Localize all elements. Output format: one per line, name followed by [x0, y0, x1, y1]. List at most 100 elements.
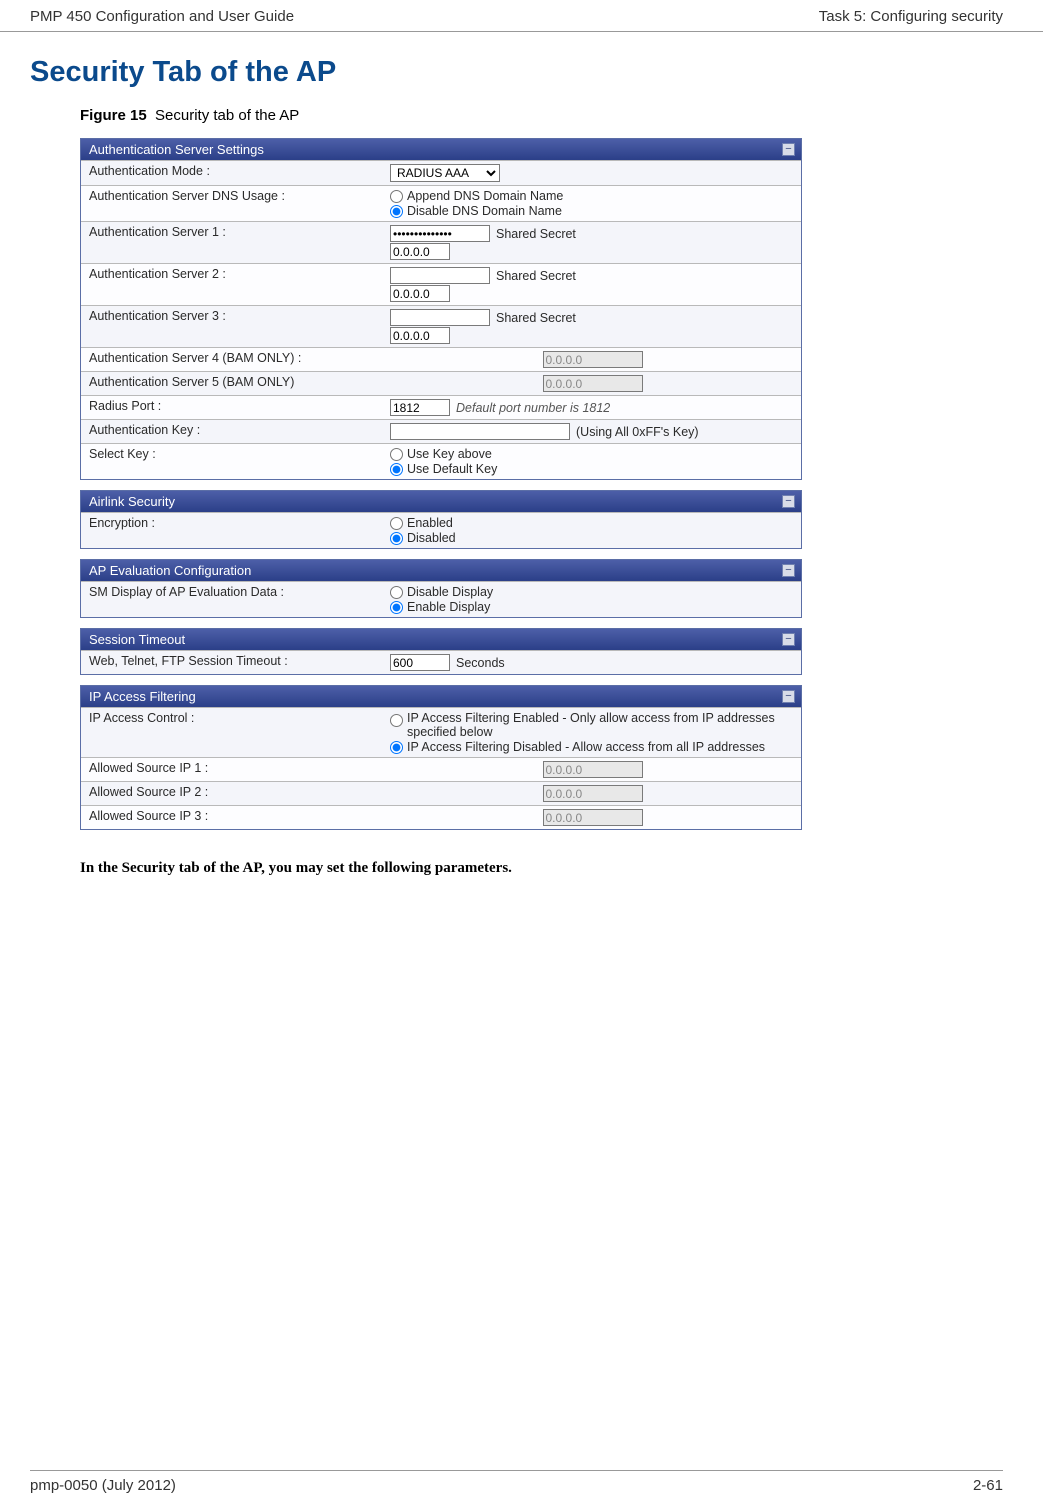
row-sm-display: SM Display of AP Evaluation Data : Disab…: [81, 581, 801, 617]
label-radius-port: Radius Port :: [81, 396, 386, 419]
panel-title-apeval: AP Evaluation Configuration: [89, 563, 251, 578]
label-auth-mode: Authentication Mode :: [81, 161, 386, 185]
row-ip-access-control: IP Access Control : IP Access Filtering …: [81, 707, 801, 757]
label-auth-server3: Authentication Server 3 :: [81, 306, 386, 347]
row-allowed-ip2: Allowed Source IP 2 :: [81, 781, 801, 805]
panel-header-airlink: Airlink Security −: [81, 491, 801, 512]
panel-apeval: AP Evaluation Configuration − SM Display…: [80, 559, 802, 618]
panel-auth-settings: Authentication Server Settings − Authent…: [80, 138, 802, 480]
session-timeout-input[interactable]: [390, 654, 450, 671]
panel-header-apeval: AP Evaluation Configuration −: [81, 560, 801, 581]
row-dns-usage: Authentication Server DNS Usage : Append…: [81, 185, 801, 221]
radio-disable-display[interactable]: [390, 586, 403, 599]
collapse-icon[interactable]: −: [782, 633, 795, 646]
paragraph-intro: In the Security tab of the AP, you may s…: [80, 860, 1013, 877]
panel-header-ipfilter: IP Access Filtering −: [81, 686, 801, 707]
radio-enc-disabled[interactable]: [390, 532, 403, 545]
label-encryption: Encryption :: [81, 513, 386, 548]
auth-key-note: (Using All 0xFF's Key): [576, 425, 699, 439]
label-auth-server2: Authentication Server 2 :: [81, 264, 386, 305]
session-timeout-unit: Seconds: [456, 656, 505, 670]
panel-title-auth: Authentication Server Settings: [89, 142, 264, 157]
page-content: Security Tab of the AP Figure 15 Securit…: [0, 32, 1043, 877]
auth-server5-input: [543, 375, 643, 392]
label-allowed-ip1: Allowed Source IP 1 :: [81, 758, 386, 781]
row-allowed-ip3: Allowed Source IP 3 :: [81, 805, 801, 829]
label-select-key: Select Key :: [81, 444, 386, 479]
panel-ipfilter: IP Access Filtering − IP Access Control …: [80, 685, 802, 830]
auth-server1-secret-input[interactable]: [390, 225, 490, 242]
collapse-icon[interactable]: −: [782, 495, 795, 508]
radio-label-use-key-above: Use Key above: [407, 447, 492, 461]
collapse-icon[interactable]: −: [782, 690, 795, 703]
section-title: Security Tab of the AP: [30, 56, 1013, 89]
label-auth-server4: Authentication Server 4 (BAM ONLY) :: [81, 348, 386, 371]
collapse-icon[interactable]: −: [782, 564, 795, 577]
page-header: PMP 450 Configuration and User Guide Tas…: [0, 0, 1043, 32]
panel-airlink: Airlink Security − Encryption : Enabled …: [80, 490, 802, 549]
panel-session: Session Timeout − Web, Telnet, FTP Sessi…: [80, 628, 802, 675]
radius-port-note: Default port number is 1812: [456, 401, 610, 415]
radio-label-ipfilter-disabled: IP Access Filtering Disabled - Allow acc…: [407, 740, 765, 754]
radio-label-enc-disabled: Disabled: [407, 531, 456, 545]
radio-label-dns-disable: Disable DNS Domain Name: [407, 204, 562, 218]
panel-title-session: Session Timeout: [89, 632, 185, 647]
radius-port-input[interactable]: [390, 399, 450, 416]
allowed-ip1-input: [543, 761, 643, 778]
row-allowed-ip1: Allowed Source IP 1 :: [81, 757, 801, 781]
auth-server1-ip-input[interactable]: [390, 243, 450, 260]
panel-header-session: Session Timeout −: [81, 629, 801, 650]
panel-title-airlink: Airlink Security: [89, 494, 175, 509]
figure-caption: Figure 15 Security tab of the AP: [80, 107, 1013, 124]
shared-secret-label2: Shared Secret: [496, 269, 576, 283]
label-auth-key: Authentication Key :: [81, 420, 386, 443]
allowed-ip3-input: [543, 809, 643, 826]
auth-key-input[interactable]: [390, 423, 570, 440]
radio-ipfilter-enabled[interactable]: [390, 714, 403, 727]
header-doc-title: PMP 450 Configuration and User Guide: [30, 8, 294, 25]
auth-server3-secret-input[interactable]: [390, 309, 490, 326]
radio-dns-append[interactable]: [390, 190, 403, 203]
row-auth-server1: Authentication Server 1 : Shared Secret: [81, 221, 801, 263]
figure-caption-text: Security tab of the AP: [155, 107, 299, 124]
row-auth-server3: Authentication Server 3 : Shared Secret: [81, 305, 801, 347]
radio-enable-display[interactable]: [390, 601, 403, 614]
radio-use-key-above[interactable]: [390, 448, 403, 461]
auth-server3-ip-input[interactable]: [390, 327, 450, 344]
row-encryption: Encryption : Enabled Disabled: [81, 512, 801, 548]
collapse-icon[interactable]: −: [782, 143, 795, 156]
row-auth-mode: Authentication Mode : RADIUS AAA: [81, 160, 801, 185]
radio-dns-disable[interactable]: [390, 205, 403, 218]
radio-use-default-key[interactable]: [390, 463, 403, 476]
auth-server2-secret-input[interactable]: [390, 267, 490, 284]
radio-label-enable-display: Enable Display: [407, 600, 490, 614]
row-session-timeout: Web, Telnet, FTP Session Timeout : Secon…: [81, 650, 801, 674]
page-footer: pmp-0050 (July 2012) 2-61: [30, 1470, 1003, 1494]
header-task-title: Task 5: Configuring security: [819, 8, 1003, 25]
shared-secret-label3: Shared Secret: [496, 311, 576, 325]
radio-label-ipfilter-enabled: IP Access Filtering Enabled - Only allow…: [407, 711, 795, 739]
auth-server2-ip-input[interactable]: [390, 285, 450, 302]
label-sm-display: SM Display of AP Evaluation Data :: [81, 582, 386, 617]
label-session-timeout: Web, Telnet, FTP Session Timeout :: [81, 651, 386, 674]
footer-doc-id: pmp-0050 (July 2012): [30, 1477, 176, 1494]
auth-mode-select[interactable]: RADIUS AAA: [390, 164, 500, 182]
radio-label-use-default-key: Use Default Key: [407, 462, 497, 476]
row-select-key: Select Key : Use Key above Use Default K…: [81, 443, 801, 479]
panel-title-ipfilter: IP Access Filtering: [89, 689, 196, 704]
label-auth-server1: Authentication Server 1 :: [81, 222, 386, 263]
row-radius-port: Radius Port : Default port number is 181…: [81, 395, 801, 419]
radio-enc-enabled[interactable]: [390, 517, 403, 530]
radio-label-dns-append: Append DNS Domain Name: [407, 189, 563, 203]
screenshot: Authentication Server Settings − Authent…: [80, 138, 802, 830]
figure-label: Figure 15: [80, 107, 147, 124]
row-auth-key: Authentication Key : (Using All 0xFF's K…: [81, 419, 801, 443]
radio-ipfilter-disabled[interactable]: [390, 741, 403, 754]
row-auth-server5: Authentication Server 5 (BAM ONLY): [81, 371, 801, 395]
panel-header-auth: Authentication Server Settings −: [81, 139, 801, 160]
shared-secret-label1: Shared Secret: [496, 227, 576, 241]
allowed-ip2-input: [543, 785, 643, 802]
label-auth-server5: Authentication Server 5 (BAM ONLY): [81, 372, 386, 395]
row-auth-server2: Authentication Server 2 : Shared Secret: [81, 263, 801, 305]
radio-label-enc-enabled: Enabled: [407, 516, 453, 530]
